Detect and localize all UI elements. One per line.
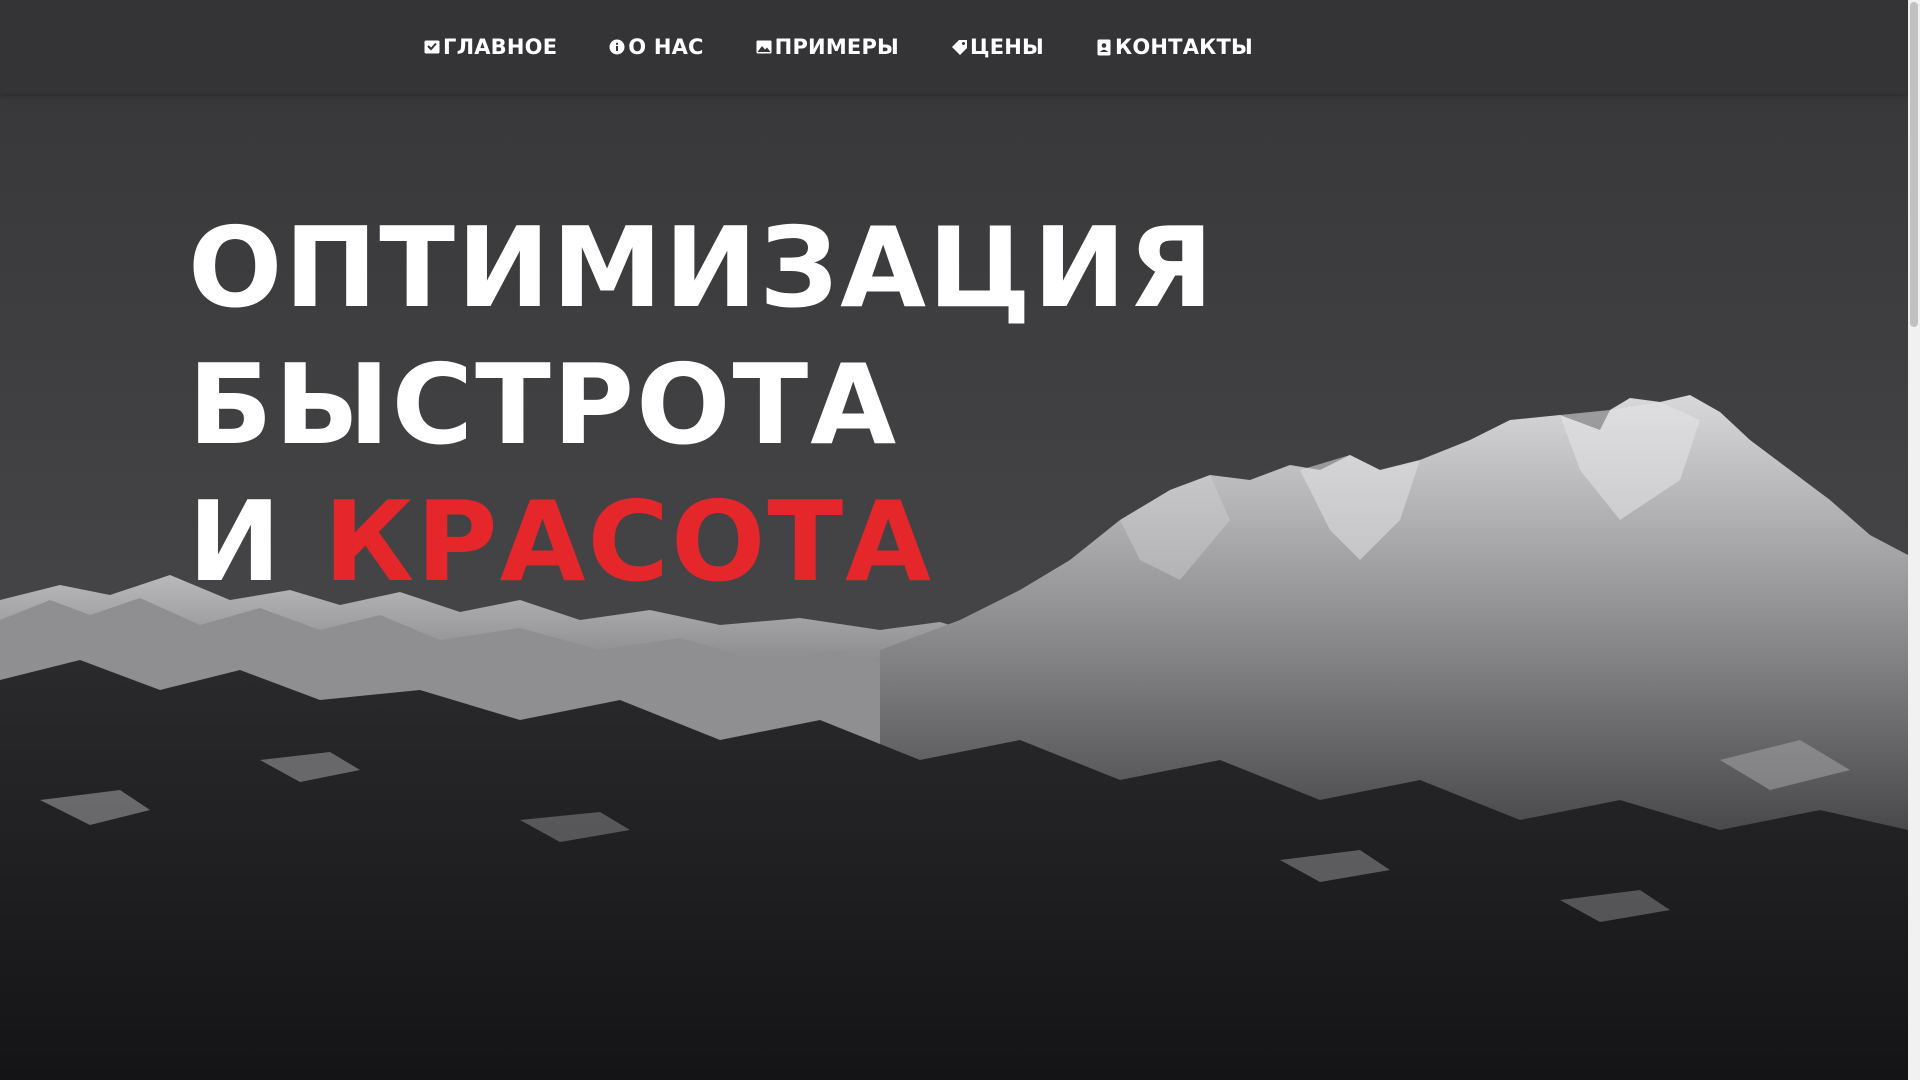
hero-line-2: БЫСТРОТА: [188, 341, 899, 470]
hero-accent-word: КРАСОТА: [323, 478, 933, 607]
contact-book-icon: [1095, 38, 1113, 56]
nav-item-label: КОНТАКТЫ: [1114, 35, 1254, 59]
nav-item-label: ПРИМЕРЫ: [774, 35, 900, 59]
tag-icon: [950, 38, 968, 56]
nav-item-label: ЦЕНЫ: [970, 35, 1044, 59]
info-icon: [608, 38, 626, 56]
nav-item-examples[interactable]: ПРИМЕРЫ: [755, 35, 899, 59]
hero-headline: ОПТИМИЗАЦИЯ БЫСТРОТА И КРАСОТА: [188, 200, 1215, 611]
hero-line-3: И КРАСОТА: [188, 474, 1215, 611]
nav-item-about[interactable]: О НАС: [608, 35, 703, 59]
top-navigation-bar: ГЛАВНОЕ О НАС ПРИМЕРЫ ЦЕНЫ КОНТАКТЫ: [0, 0, 1908, 94]
hero-line-3-prefix: И: [188, 478, 283, 607]
hero-line-1: ОПТИМИЗАЦИЯ: [188, 204, 1216, 333]
page-scrollbar[interactable]: [1908, 0, 1920, 1080]
nav-item-prices[interactable]: ЦЕНЫ: [950, 35, 1044, 59]
home-icon: [423, 38, 441, 56]
nav-item-home[interactable]: ГЛАВНОЕ: [423, 35, 557, 59]
nav-item-label: ГЛАВНОЕ: [443, 35, 558, 59]
scrollbar-thumb[interactable]: [1910, 2, 1918, 327]
nav-item-label: О НАС: [628, 35, 704, 59]
page: ГЛАВНОЕ О НАС ПРИМЕРЫ ЦЕНЫ КОНТАКТЫ ОПТИ…: [0, 0, 1920, 1080]
image-icon: [755, 38, 773, 56]
main-menu: ГЛАВНОЕ О НАС ПРИМЕРЫ ЦЕНЫ КОНТАКТЫ: [423, 0, 1253, 94]
nav-item-contacts[interactable]: КОНТАКТЫ: [1095, 35, 1253, 59]
